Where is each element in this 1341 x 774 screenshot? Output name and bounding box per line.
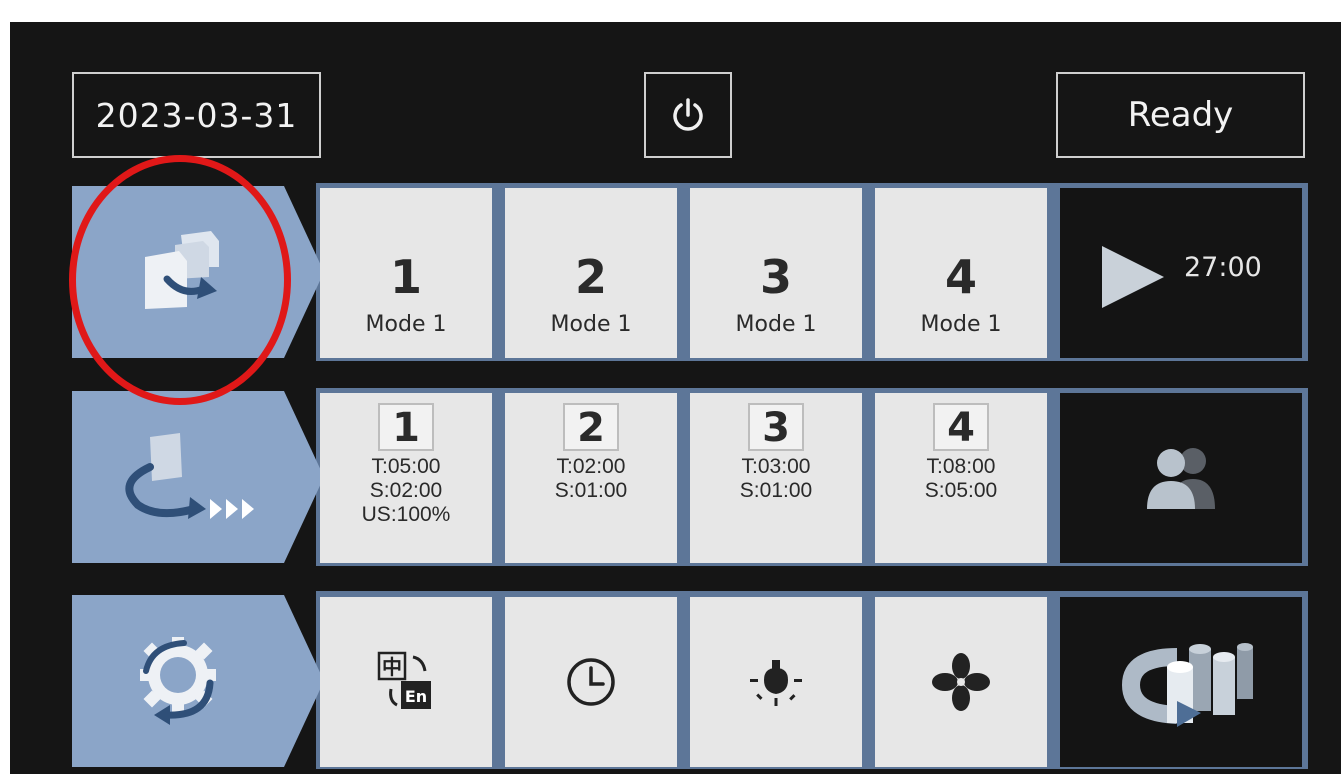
step-setting: S:01:00 [739,479,813,502]
step-time: T:08:00 [926,455,996,478]
step-time: T:02:00 [556,455,626,478]
program-number: 2 [574,250,607,304]
step-tile-2[interactable]: 2 T:02:00 S:01:00 [505,393,677,563]
step-number: 1 [378,403,434,451]
step-tile-1[interactable]: 1 T:05:00 S:02:00 US:100% [320,393,492,563]
status-text: Ready [1127,95,1234,135]
status-display: Ready [1056,72,1305,158]
step-ultrasound: US:100% [361,503,451,526]
step-setting: S:05:00 [924,479,998,502]
program-mode: Mode 1 [920,312,1002,337]
language-glyph-en: En [405,687,427,706]
program-number: 1 [389,250,422,304]
step-sequence-icon [125,433,254,519]
timer-text: 27:00 [1184,252,1262,283]
program-mode: Mode 1 [365,312,447,337]
programs-tab[interactable] [72,186,324,358]
step-tile-3[interactable]: 3 T:03:00 S:01:00 [690,393,862,563]
language-glyph-zh: 中 [382,655,402,679]
settings-cycle-icon [140,637,216,725]
settings-tab[interactable] [72,595,324,767]
program-mode: Mode 1 [735,312,817,337]
step-number: 2 [563,403,619,451]
power-button[interactable] [644,72,732,158]
program-tile-4[interactable]: 4 Mode 1 [875,188,1047,358]
users-tile[interactable] [1060,393,1302,563]
program-tile-1[interactable]: 1 Mode 1 [320,188,492,358]
clock-tile[interactable] [505,597,677,767]
program-mode: Mode 1 [550,312,632,337]
lamp-tile[interactable] [690,597,862,767]
device-screen: 2023-03-31 Ready 1 Mode 1 2 Mode 1 3 Mod… [10,22,1341,774]
users-icon [1147,448,1215,509]
play-icon [1102,246,1164,308]
date-text: 2023-03-31 [95,95,298,135]
step-time: T:05:00 [371,455,441,478]
step-number: 3 [748,403,804,451]
step-time: T:03:00 [741,455,811,478]
tank-rotate-icon [1121,643,1253,727]
program-transfer-icon [145,231,219,309]
step-tile-4[interactable]: 4 T:08:00 S:05:00 [875,393,1047,563]
program-number: 4 [944,250,977,304]
steps-tab[interactable] [72,391,324,563]
fan-icon [932,653,990,711]
start-tile[interactable]: 27:00 [1060,188,1302,358]
step-number: 4 [933,403,989,451]
program-tile-3[interactable]: 3 Mode 1 [690,188,862,358]
date-display: 2023-03-31 [72,72,321,158]
power-icon [673,98,703,131]
program-tile-2[interactable]: 2 Mode 1 [505,188,677,358]
lamp-icon [750,660,802,706]
clock-icon [567,658,615,706]
tank-tile[interactable] [1060,597,1302,767]
step-setting: S:01:00 [554,479,628,502]
language-tile[interactable]: 中 En [320,597,492,767]
language-icon: 中 En [377,651,431,709]
step-setting: S:02:00 [369,479,443,502]
program-number: 3 [759,250,792,304]
fan-tile[interactable] [875,597,1047,767]
